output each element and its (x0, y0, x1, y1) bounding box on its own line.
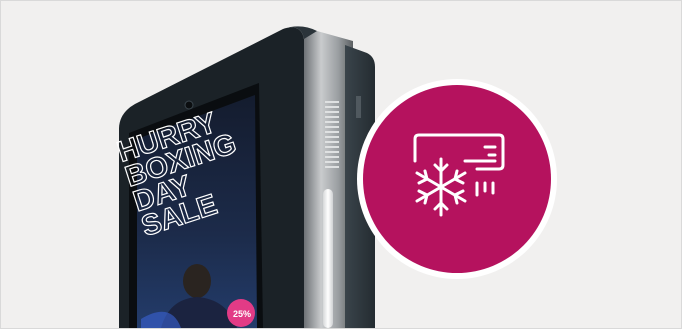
camera-icon (184, 100, 194, 110)
led-light-strip (323, 189, 333, 328)
feature-badge (357, 79, 557, 279)
product-image-frame: HURRY BOXING DAY SALE 25% (0, 0, 682, 329)
air-conditioner-snowflake-icon (413, 133, 505, 217)
kiosk-product-photo: HURRY BOXING DAY SALE 25% (113, 26, 375, 328)
sale-sticker-text: 25% (233, 309, 251, 319)
feature-badge-circle (363, 85, 551, 273)
